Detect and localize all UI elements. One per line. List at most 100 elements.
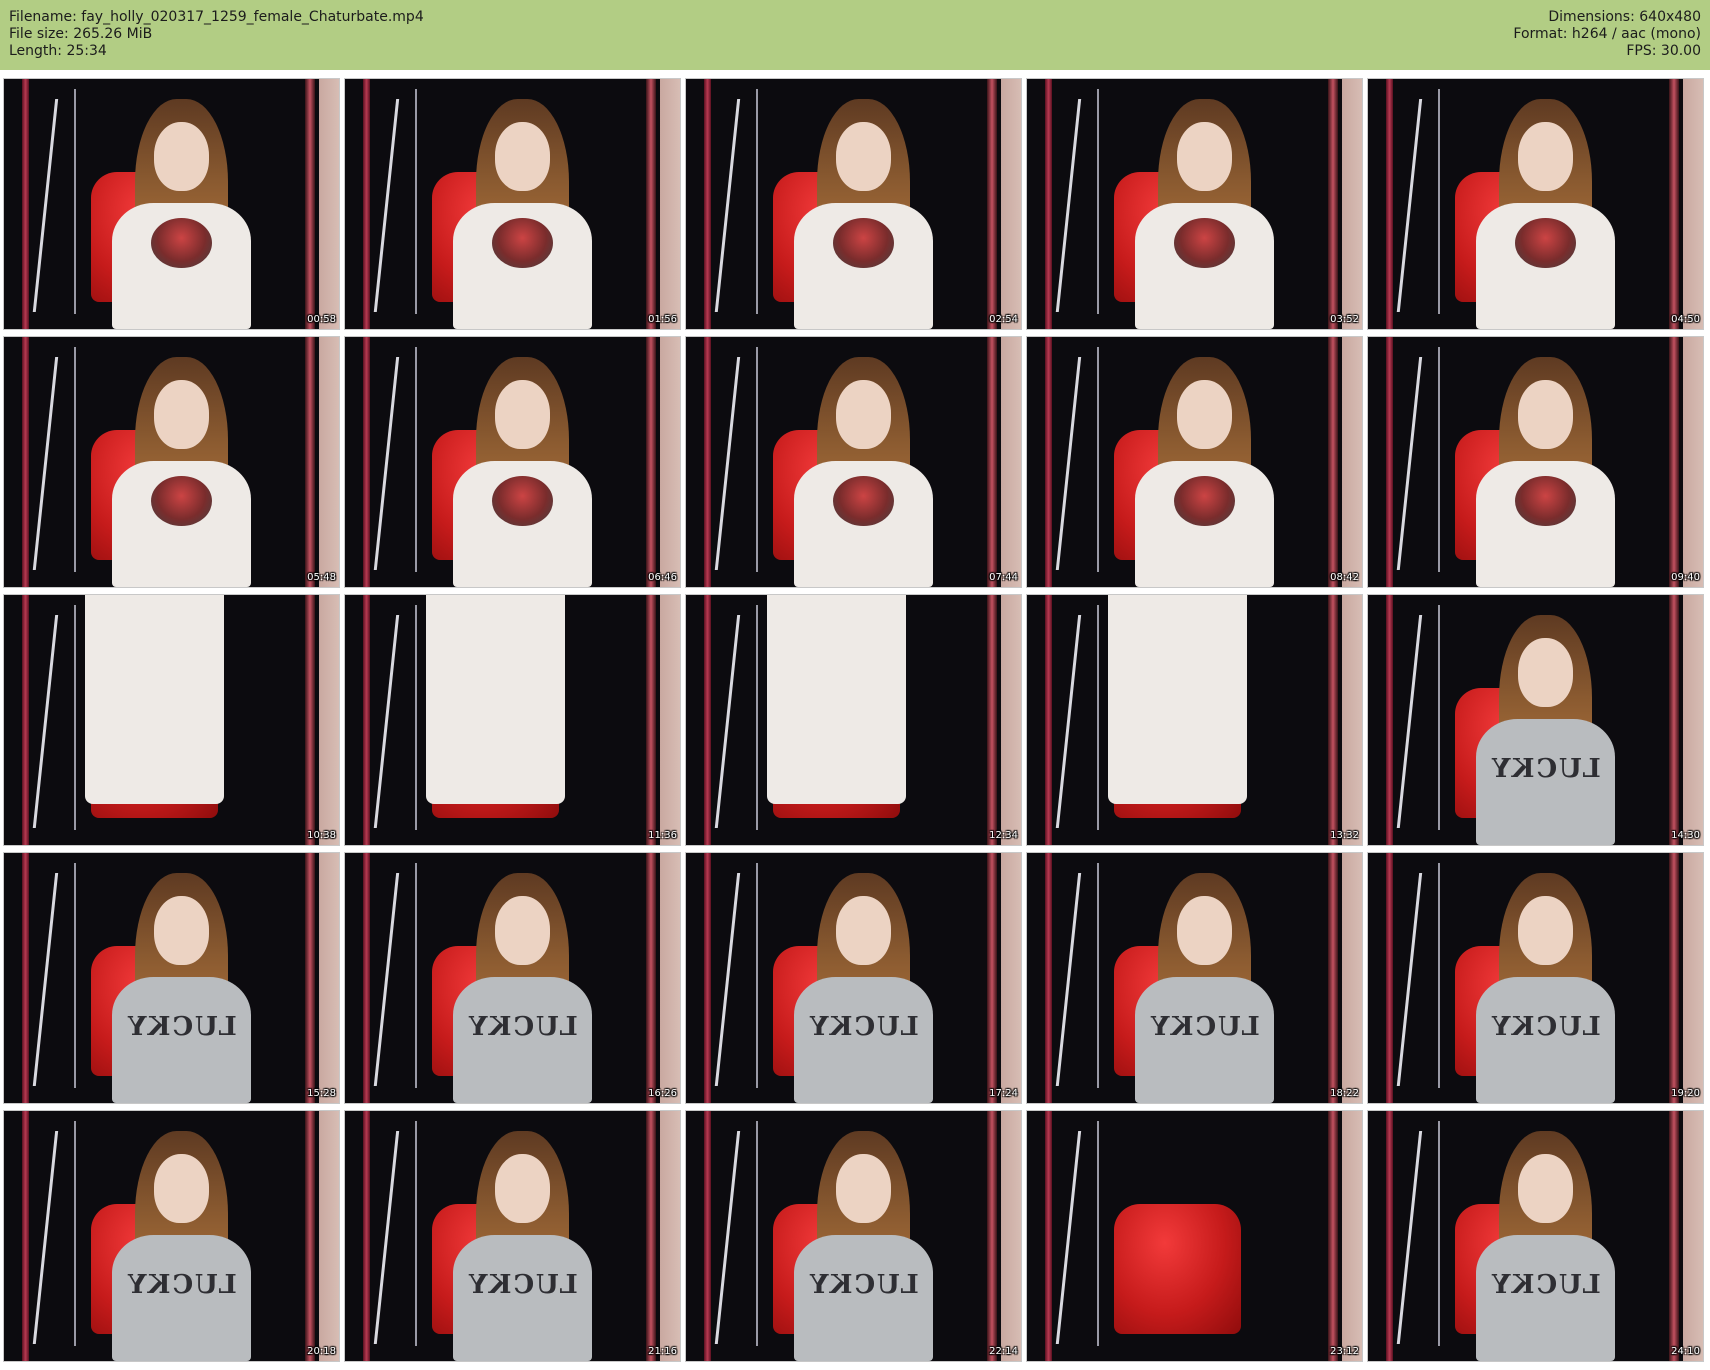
face <box>494 380 551 449</box>
video-thumbnail[interactable]: 24:10 <box>1367 1110 1704 1362</box>
video-thumbnail[interactable]: 19:20 <box>1367 852 1704 1104</box>
video-thumbnail[interactable]: 13:32 <box>1026 594 1363 846</box>
door-frame <box>305 337 315 587</box>
video-thumbnail[interactable]: 21:16 <box>344 1110 681 1362</box>
rack-frame <box>32 615 59 828</box>
person-figure <box>78 595 232 815</box>
face <box>494 896 551 965</box>
video-thumbnail[interactable]: 05:48 <box>3 336 340 588</box>
door-frame <box>987 853 997 1103</box>
video-thumbnail[interactable]: 16:26 <box>344 852 681 1104</box>
railing-bar <box>1386 1111 1393 1361</box>
video-thumbnail[interactable]: 09:40 <box>1367 336 1704 588</box>
thumbnail-timestamp: 19:20 <box>1671 1088 1700 1099</box>
person-figure <box>787 99 941 329</box>
thumbnail-timestamp: 08:42 <box>1330 572 1359 583</box>
shirt <box>453 976 592 1103</box>
thumbnail-timestamp: 20:18 <box>307 1346 336 1357</box>
shirt <box>1476 718 1615 845</box>
file-info-right: Dimensions: 640x480 Format: h264 / aac (… <box>1513 9 1701 60</box>
shirt <box>1476 202 1615 329</box>
railing-bar <box>1386 337 1393 587</box>
thumbnail-timestamp: 16:26 <box>648 1088 677 1099</box>
door-frame <box>305 79 315 329</box>
face <box>153 1154 210 1223</box>
thumbnail-timestamp: 18:22 <box>1330 1088 1359 1099</box>
rack-frame <box>1055 615 1082 828</box>
thumbnail-timestamp: 23:12 <box>1330 1346 1359 1357</box>
person-figure <box>105 99 259 329</box>
door-frame <box>987 79 997 329</box>
video-thumbnail[interactable]: 00:58 <box>3 78 340 330</box>
rack-frame <box>1055 1131 1082 1344</box>
filesize-text: File size: 265.26 MiB <box>9 26 153 42</box>
thumbnail-timestamp: 13:32 <box>1330 830 1359 841</box>
video-thumbnail[interactable]: 20:18 <box>3 1110 340 1362</box>
info-header: Filename: fay_holly_020317_1259_female_C… <box>0 0 1710 70</box>
video-thumbnail[interactable]: 23:12 <box>1026 1110 1363 1362</box>
shirt <box>1476 460 1615 587</box>
thumbnail-timestamp: 01:56 <box>648 314 677 325</box>
rack-frame <box>415 1121 417 1346</box>
door-frame <box>646 337 656 587</box>
rack-frame <box>32 357 59 570</box>
railing-bar <box>363 79 370 329</box>
rack-frame <box>1396 99 1423 312</box>
person-figure <box>1469 99 1623 329</box>
door-frame <box>1328 337 1338 587</box>
person-figure <box>1128 873 1282 1103</box>
thumbnail-timestamp: 17:24 <box>989 1088 1018 1099</box>
railing-bar <box>22 595 29 845</box>
thumbnail-timestamp: 14:30 <box>1671 830 1700 841</box>
video-thumbnail[interactable]: 03:52 <box>1026 78 1363 330</box>
video-thumbnail[interactable]: 04:50 <box>1367 78 1704 330</box>
rack-frame <box>756 863 758 1088</box>
thumbnail-timestamp: 21:16 <box>648 1346 677 1357</box>
rack-frame <box>415 605 417 830</box>
shirt <box>767 595 907 804</box>
door-frame <box>1328 79 1338 329</box>
thumbnail-timestamp: 11:36 <box>648 830 677 841</box>
video-thumbnail[interactable]: 02:54 <box>685 78 1022 330</box>
rack-frame <box>373 357 400 570</box>
video-thumbnail[interactable]: 15:28 <box>3 852 340 1104</box>
railing-bar <box>363 595 370 845</box>
person-figure <box>446 99 600 329</box>
video-thumbnail[interactable]: 10:38 <box>3 594 340 846</box>
rack-frame <box>1438 89 1440 314</box>
person-figure <box>787 873 941 1103</box>
video-thumbnail[interactable]: 12:34 <box>685 594 1022 846</box>
rack-frame <box>74 605 76 830</box>
format-text: Format: h264 / aac (mono) <box>1513 26 1701 42</box>
face <box>835 1154 892 1223</box>
railing-bar <box>1386 79 1393 329</box>
rack-frame <box>373 99 400 312</box>
rack-frame <box>1438 605 1440 830</box>
rack-frame <box>1055 873 1082 1086</box>
video-thumbnail[interactable]: 17:24 <box>685 852 1022 1104</box>
rack-frame <box>1396 873 1423 1086</box>
video-thumbnail[interactable]: 14:30 <box>1367 594 1704 846</box>
person-figure <box>446 357 600 587</box>
railing-bar <box>22 853 29 1103</box>
video-thumbnail[interactable]: 01:56 <box>344 78 681 330</box>
video-thumbnail[interactable]: 11:36 <box>344 594 681 846</box>
video-thumbnail[interactable]: 08:42 <box>1026 336 1363 588</box>
rack-frame <box>74 347 76 572</box>
railing-bar <box>1045 1111 1052 1361</box>
railing-bar <box>363 337 370 587</box>
rack-frame <box>1396 357 1423 570</box>
thumbnail-timestamp: 05:48 <box>307 572 336 583</box>
face <box>153 380 210 449</box>
face <box>494 122 551 191</box>
door-frame <box>646 595 656 845</box>
video-thumbnail[interactable]: 07:44 <box>685 336 1022 588</box>
railing-bar <box>704 595 711 845</box>
thumbnail-timestamp: 07:44 <box>989 572 1018 583</box>
rack-frame <box>1438 1121 1440 1346</box>
video-thumbnail[interactable]: 18:22 <box>1026 852 1363 1104</box>
video-thumbnail[interactable]: 06:46 <box>344 336 681 588</box>
video-thumbnail[interactable]: 22:14 <box>685 1110 1022 1362</box>
person-figure <box>446 1131 600 1361</box>
thumbnail-timestamp: 02:54 <box>989 314 1018 325</box>
